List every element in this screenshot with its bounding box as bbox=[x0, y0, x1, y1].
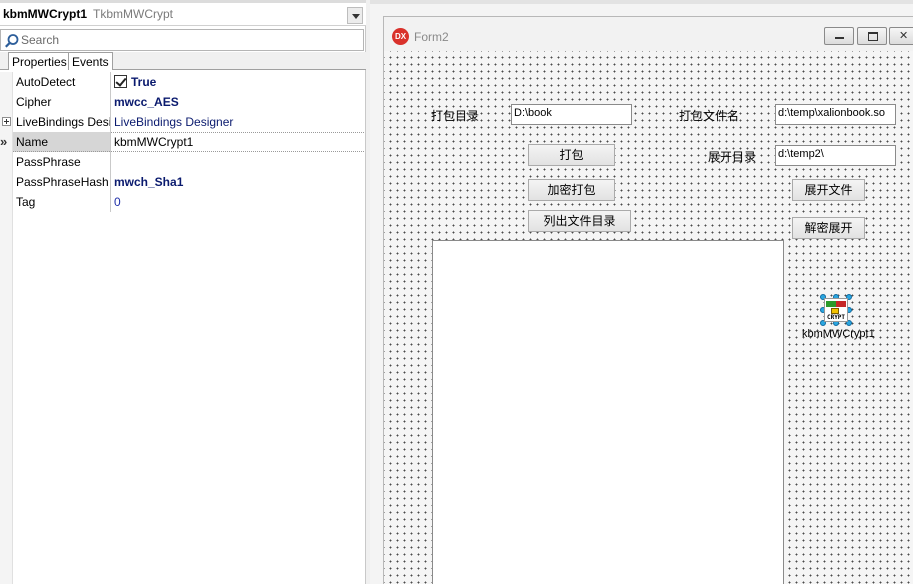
tab-properties[interactable]: Properties bbox=[8, 52, 71, 70]
chevron-down-icon[interactable] bbox=[347, 7, 363, 24]
encrypt-pack-button[interactable]: 加密打包 bbox=[528, 179, 615, 201]
inspector-tabs: Properties Events bbox=[0, 52, 366, 70]
app-logo-icon: DX bbox=[392, 28, 409, 45]
property-name: PassPhrase bbox=[16, 155, 81, 169]
property-grid: AutoDetect True Cipher mwcc_AES LiveBind… bbox=[0, 72, 366, 584]
kbmmwcrypt-component-icon[interactable]: CRYPT bbox=[820, 294, 852, 326]
property-name: PassPhraseHash bbox=[16, 175, 109, 189]
label-pack-dir: 打包目录 bbox=[431, 109, 480, 123]
property-value-text: True bbox=[131, 75, 157, 89]
column-divider bbox=[110, 192, 111, 212]
property-value-passphrasehash[interactable]: mwch_Sha1 bbox=[114, 175, 183, 189]
close-button[interactable] bbox=[889, 27, 913, 45]
component-selector[interactable]: kbmMWCrypt1 TkbmMWCrypt bbox=[0, 3, 366, 26]
property-row-name[interactable]: » Name kbmMWCrypt1 bbox=[0, 132, 366, 152]
property-name: LiveBindings Designer bbox=[16, 115, 110, 129]
property-row-autodetect[interactable]: AutoDetect True bbox=[0, 72, 366, 92]
current-row-marker-icon: » bbox=[0, 134, 8, 149]
column-divider bbox=[110, 72, 111, 92]
property-value-autodetect[interactable]: True bbox=[114, 75, 156, 89]
form2-window[interactable]: DX Form2 打包目录 D:\book 打包文件名 d:\temp\xali… bbox=[383, 16, 913, 584]
column-divider bbox=[110, 172, 111, 192]
property-name: AutoDetect bbox=[16, 75, 76, 89]
column-divider bbox=[110, 132, 111, 152]
component-caption: kbmMWCrypt1 bbox=[802, 328, 875, 340]
pack-dir-input[interactable]: D:\book bbox=[511, 104, 632, 125]
checkbox-checked-icon[interactable] bbox=[114, 75, 127, 88]
pack-file-input[interactable]: d:\temp\xalionbook.so bbox=[775, 104, 896, 125]
property-value-name[interactable]: kbmMWCrypt1 bbox=[114, 135, 193, 149]
form-designer: DX Form2 打包目录 D:\book 打包文件名 d:\temp\xali… bbox=[370, 0, 913, 584]
pack-button[interactable]: 打包 bbox=[528, 144, 615, 166]
property-value-cipher[interactable]: mwcc_AES bbox=[114, 95, 179, 109]
crypt-icon-word: CRYPT bbox=[826, 314, 846, 321]
ide-window: kbmMWCrypt1 TkbmMWCrypt Properties Event… bbox=[0, 0, 913, 584]
object-inspector: kbmMWCrypt1 TkbmMWCrypt Properties Event… bbox=[0, 0, 366, 584]
crypt-icon-header bbox=[826, 301, 846, 307]
expand-plus-icon[interactable] bbox=[2, 117, 11, 126]
property-name: Cipher bbox=[16, 95, 52, 109]
extract-file-button[interactable]: 展开文件 bbox=[792, 179, 865, 201]
form-client-area[interactable]: 打包目录 D:\book 打包文件名 d:\temp\xalionbook.so… bbox=[384, 51, 913, 584]
editor-tab-strip bbox=[370, 0, 913, 4]
label-extract-dir: 展开目录 bbox=[708, 150, 757, 164]
property-name: Tag bbox=[16, 195, 36, 209]
search-input[interactable] bbox=[21, 32, 351, 48]
property-row-livebindings[interactable]: LiveBindings Designer LiveBindings Desig… bbox=[0, 112, 366, 132]
column-divider bbox=[110, 112, 111, 132]
column-divider bbox=[110, 152, 111, 172]
property-row-passphrase[interactable]: PassPhrase bbox=[0, 152, 366, 172]
file-list-memo[interactable] bbox=[432, 240, 784, 584]
label-pack-file: 打包文件名 bbox=[679, 109, 740, 123]
form-title: Form2 bbox=[414, 30, 449, 44]
property-name: Name bbox=[13, 132, 111, 152]
list-files-button[interactable]: 列出文件目录 bbox=[528, 210, 631, 232]
decrypt-extract-button[interactable]: 解密展开 bbox=[792, 217, 865, 239]
property-row-cipher[interactable]: Cipher mwcc_AES bbox=[0, 92, 366, 112]
property-value-tag[interactable]: 0 bbox=[114, 195, 121, 209]
component-name: kbmMWCrypt1 bbox=[3, 7, 88, 21]
component-type: TkbmMWCrypt bbox=[93, 7, 173, 21]
tab-events[interactable]: Events bbox=[68, 52, 113, 70]
column-divider bbox=[110, 92, 111, 112]
extract-dir-input[interactable]: d:\temp2\ bbox=[775, 145, 896, 166]
property-row-tag[interactable]: Tag 0 bbox=[0, 192, 366, 212]
property-value-livebindings[interactable]: LiveBindings Designer bbox=[114, 115, 233, 129]
form-title-bar[interactable]: DX Form2 bbox=[384, 17, 913, 51]
minimize-button[interactable] bbox=[824, 27, 854, 45]
maximize-button[interactable] bbox=[857, 27, 887, 45]
search-icon bbox=[5, 34, 19, 48]
property-row-passphrasehash[interactable]: PassPhraseHash mwch_Sha1 bbox=[0, 172, 366, 192]
crypt-icon-face: CRYPT bbox=[824, 298, 848, 322]
property-search-box[interactable] bbox=[0, 29, 364, 51]
